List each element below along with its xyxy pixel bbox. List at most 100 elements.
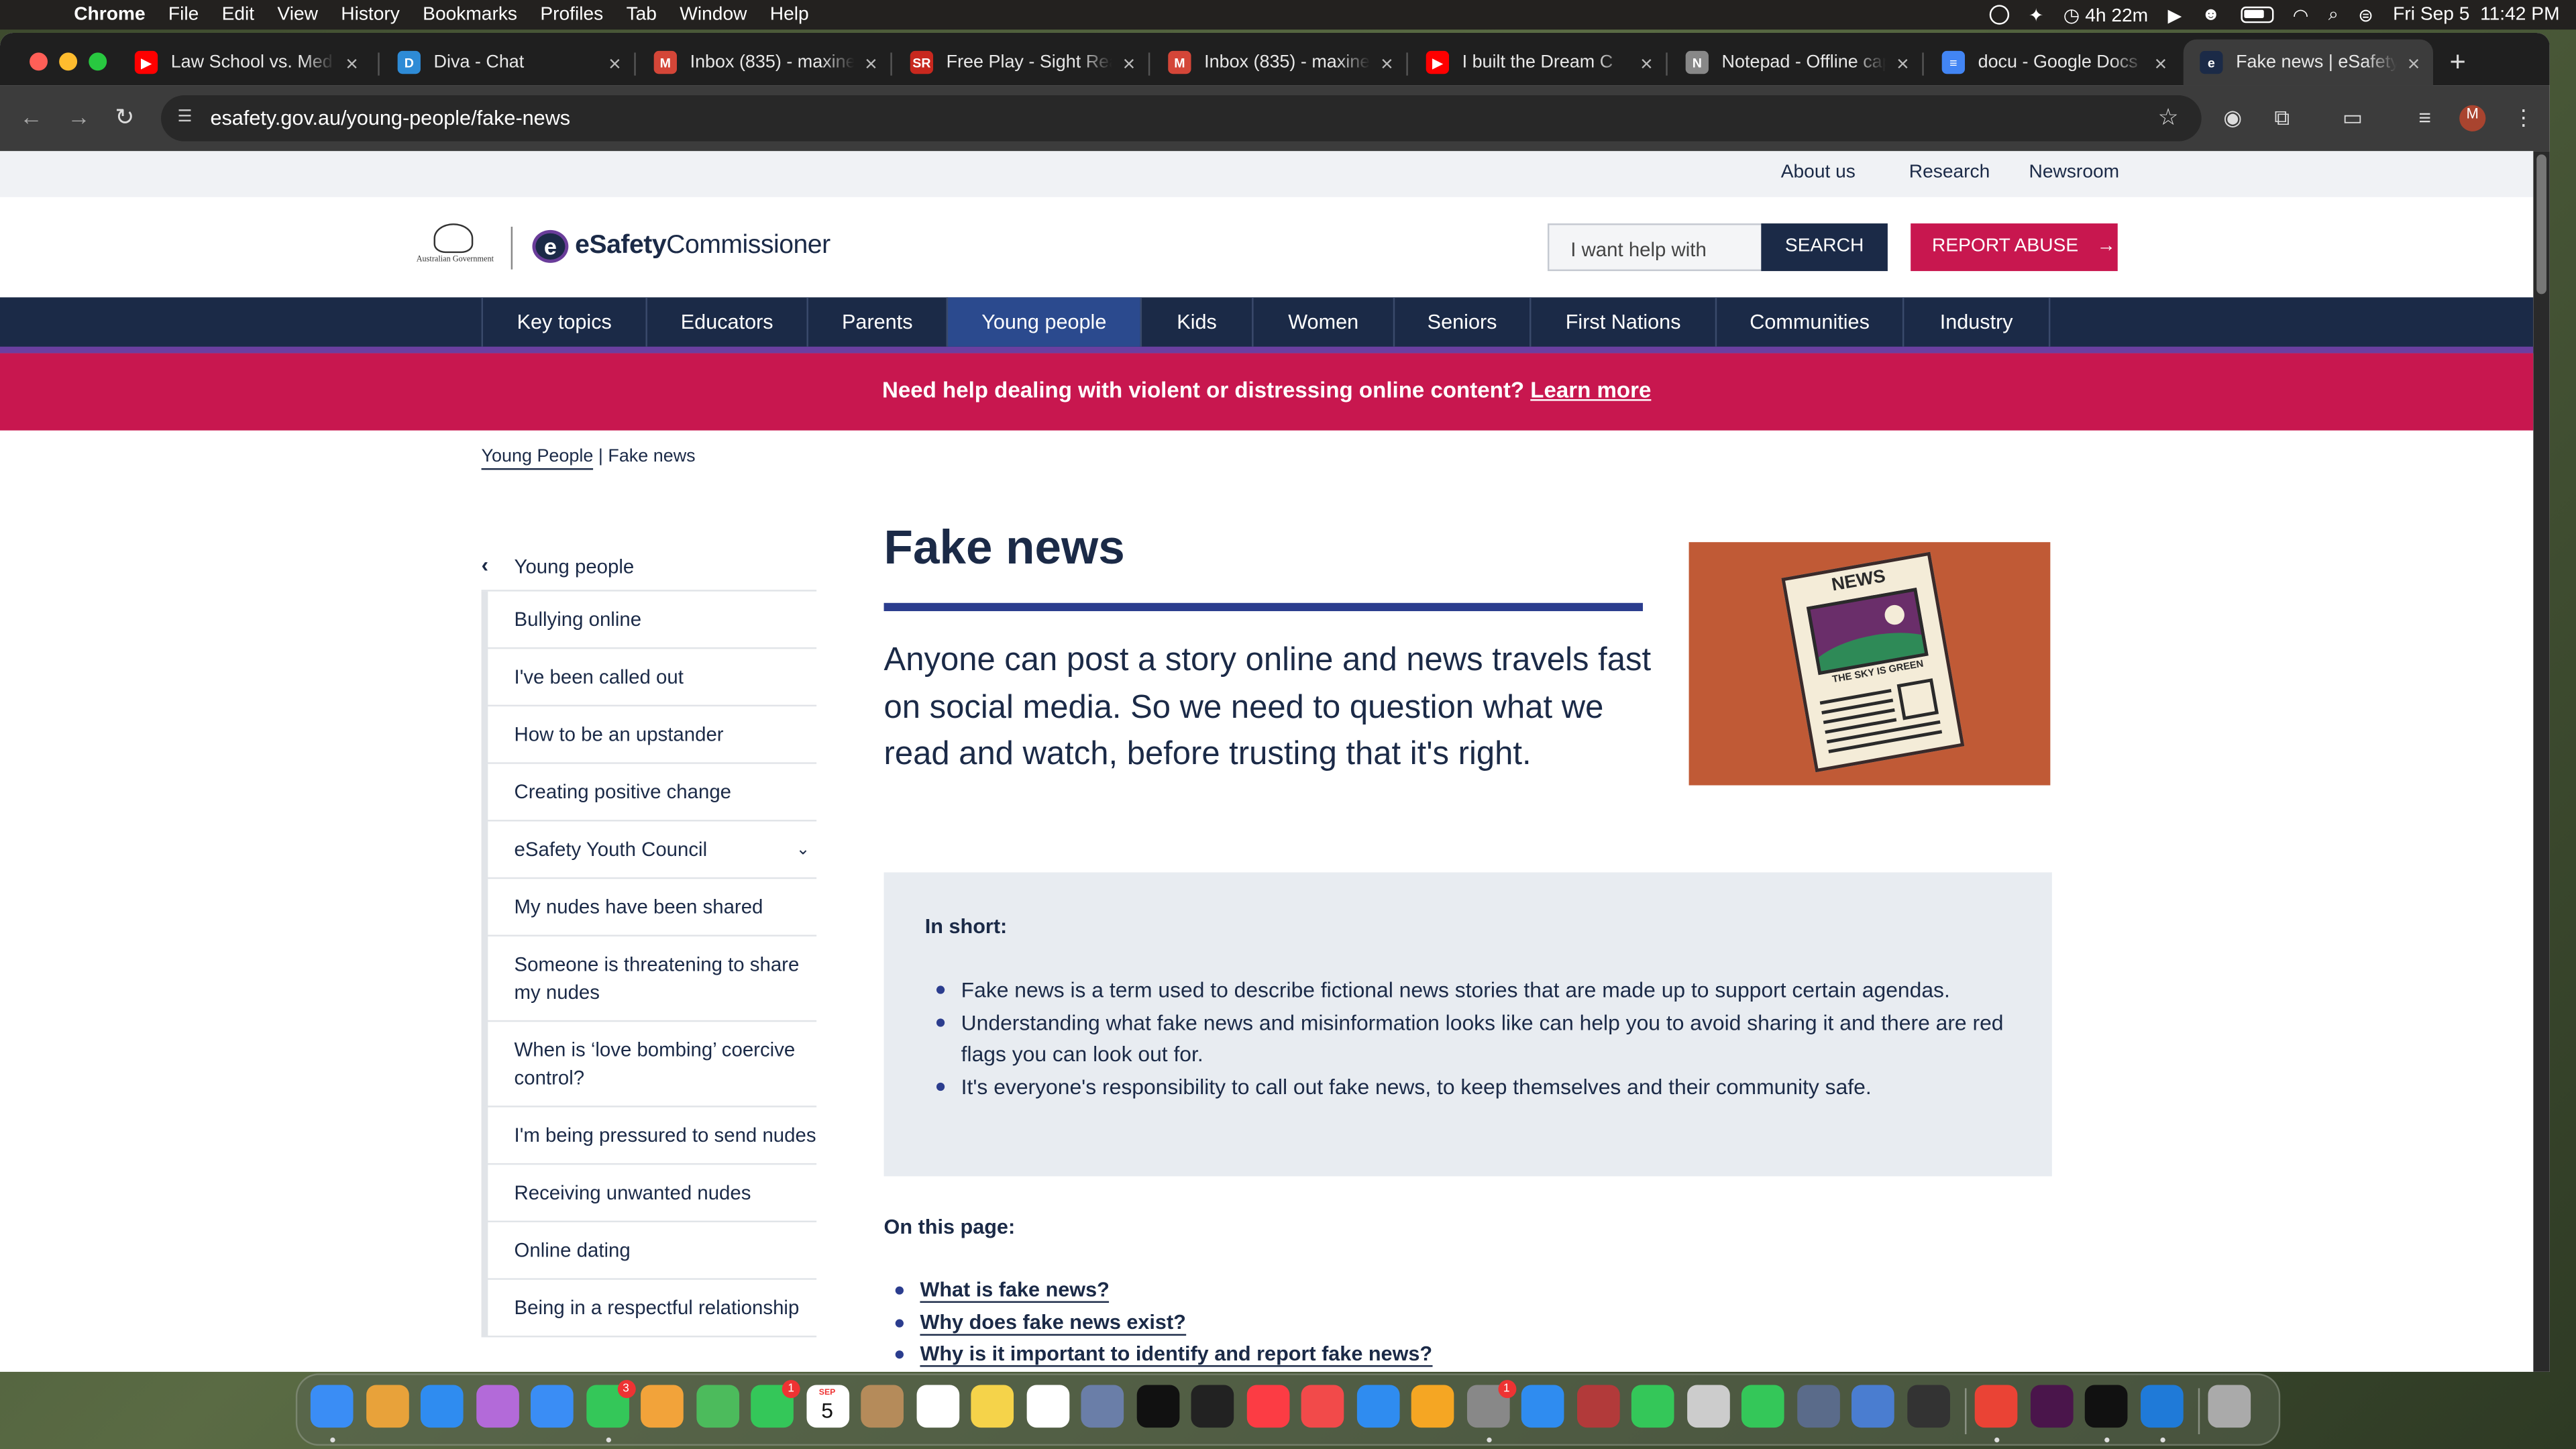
toc-item[interactable]: Why is it important to identify and repo… <box>895 1342 1433 1372</box>
tab[interactable]: D Diva - Chat × <box>381 40 634 86</box>
reminders-icon[interactable] <box>916 1385 959 1428</box>
pin-icon[interactable]: ✦ <box>2029 4 2044 25</box>
scrollbar-thumb[interactable] <box>2536 154 2546 294</box>
finder-icon[interactable] <box>310 1385 354 1428</box>
extension-icon[interactable]: ◉ <box>2220 105 2246 131</box>
network-icon[interactable] <box>1851 1385 1894 1428</box>
australian-government-crest[interactable]: Australian Government <box>414 223 496 270</box>
maps-icon[interactable] <box>696 1385 739 1428</box>
photos-icon[interactable] <box>641 1385 684 1428</box>
tab[interactable]: SR Free Play - Sight Rea × <box>894 40 1148 86</box>
nav-item-first-nations[interactable]: First Nations <box>1529 297 1715 347</box>
toc-item[interactable]: What is fake news? <box>895 1278 1432 1310</box>
control-center-icon[interactable]: ⊜ <box>2358 4 2373 25</box>
appstore-icon[interactable] <box>1521 1385 1564 1428</box>
menu-help[interactable]: Help <box>770 5 809 24</box>
slack-icon[interactable] <box>2029 1385 2073 1428</box>
sidenav-item[interactable]: Creating positive change <box>481 764 817 822</box>
alert-learn-more-link[interactable]: Learn more <box>1530 378 1651 402</box>
sidenav-item[interactable]: My nudes have been shared <box>481 879 817 936</box>
nav-item-key-topics[interactable]: Key topics <box>481 297 646 347</box>
tab-close-icon[interactable]: × <box>1123 50 1136 75</box>
pencil-icon[interactable] <box>1686 1385 1729 1428</box>
notes-icon[interactable] <box>971 1385 1014 1428</box>
clock-icon[interactable] <box>1907 1385 1949 1428</box>
new-tab-button[interactable]: + <box>2449 46 2465 79</box>
nav-item-communities[interactable]: Communities <box>1715 297 1902 347</box>
sidenav-back-link[interactable]: ‹ Young people <box>481 539 817 592</box>
numbers-icon[interactable] <box>1631 1385 1674 1428</box>
chevron-down-icon[interactable]: ⌄ <box>796 837 810 865</box>
menu-window[interactable]: Window <box>680 5 747 24</box>
tab[interactable]: M Inbox (835) - maxine × <box>1152 40 1407 86</box>
trash-icon[interactable] <box>2208 1385 2251 1428</box>
bookmark-star-icon[interactable]: ☆ <box>2158 103 2179 131</box>
mail-icon[interactable] <box>531 1385 574 1428</box>
sidenav-item[interactable]: Online dating <box>481 1222 817 1280</box>
menu-bookmarks[interactable]: Bookmarks <box>423 5 517 24</box>
menu-file[interactable]: File <box>168 5 199 24</box>
site-settings-icon[interactable]: ☰ <box>177 109 197 128</box>
terminal-icon[interactable] <box>2084 1385 2128 1428</box>
sidenav-item[interactable]: Bullying online <box>481 592 817 649</box>
sidenav-item[interactable]: Receiving unwanted nudes <box>481 1165 817 1223</box>
grammarly-icon[interactable] <box>1989 5 2009 25</box>
tab-close-icon[interactable]: × <box>2408 50 2420 75</box>
page-scrollbar[interactable] <box>2533 151 2550 1372</box>
contacts-icon[interactable] <box>861 1385 904 1428</box>
pages-icon[interactable] <box>1411 1385 1454 1428</box>
media-icon[interactable]: ≡ <box>2412 105 2438 131</box>
pycharm-icon[interactable] <box>1136 1385 1179 1428</box>
tab-close-icon[interactable]: × <box>865 50 877 75</box>
appletv-icon[interactable] <box>1191 1385 1234 1428</box>
wifi-icon[interactable]: ◠ <box>2293 4 2309 25</box>
nav-item-seniors[interactable]: Seniors <box>1393 297 1529 347</box>
dictionary-icon[interactable] <box>1576 1385 1619 1428</box>
menu-tab[interactable]: Tab <box>627 5 657 24</box>
tab-close-icon[interactable]: × <box>1381 50 1393 75</box>
search-input[interactable]: I want help with <box>1547 223 1763 272</box>
menu-kebab-icon[interactable]: ⋮ <box>2510 105 2536 131</box>
vscode-icon[interactable] <box>2139 1385 2183 1428</box>
tab-close-icon[interactable]: × <box>1640 50 1653 75</box>
toc-item[interactable]: Why does fake news exist? <box>895 1310 1432 1343</box>
tab-active[interactable]: e Fake news | eSafety C × <box>2183 39 2433 86</box>
face-icon[interactable]: ☻ <box>2202 5 2220 24</box>
utility-link-research[interactable]: Research <box>1909 162 1990 182</box>
close-window-button[interactable] <box>30 52 48 71</box>
keynote-icon[interactable] <box>1356 1385 1399 1428</box>
chrome-icon[interactable] <box>1974 1385 2018 1428</box>
nav-item-kids[interactable]: Kids <box>1140 297 1252 347</box>
scanner-icon[interactable] <box>1796 1385 1839 1428</box>
utility-link-newsroom[interactable]: Newsroom <box>2029 162 2120 182</box>
report-abuse-button[interactable]: REPORT ABUSE → <box>1911 223 2118 272</box>
sidepanel-icon[interactable]: ▭ <box>2339 105 2365 131</box>
spotlight-icon[interactable]: ⌕ <box>2328 4 2339 25</box>
menu-edit[interactable]: Edit <box>222 5 255 24</box>
tab-close-icon[interactable]: × <box>2155 50 2167 75</box>
nav-item-industry[interactable]: Industry <box>1902 297 2051 347</box>
tab[interactable]: M Inbox (835) - maxine × <box>637 40 890 86</box>
tab[interactable]: N Notepad - Offline cap × <box>1669 40 1922 86</box>
launchpad-icon[interactable] <box>475 1385 519 1428</box>
sidenav-item[interactable]: When is ‘love bombing’ coercive control? <box>481 1022 817 1108</box>
music-icon[interactable] <box>1246 1385 1289 1428</box>
menu-app-name[interactable]: Chrome <box>74 5 145 24</box>
nav-item-educators[interactable]: Educators <box>645 297 806 347</box>
timer-status[interactable]: ◷ 4h 22m <box>2063 3 2148 26</box>
menu-view[interactable]: View <box>277 5 318 24</box>
sidenav-item[interactable]: Someone is threatening to share my nudes <box>481 936 817 1022</box>
safari-icon[interactable] <box>420 1385 464 1428</box>
sidenav-item[interactable]: Being in a respectful relationship <box>481 1280 817 1338</box>
nav-item-parents[interactable]: Parents <box>806 297 946 347</box>
zoom-window-button[interactable] <box>89 52 107 71</box>
sidenav-item[interactable]: I'm being pressured to send nudes <box>481 1108 817 1165</box>
toc-link[interactable]: Why is it important to identify and repo… <box>920 1342 1433 1368</box>
toc-link[interactable]: Why does fake news exist? <box>920 1310 1186 1336</box>
minimize-window-button[interactable] <box>59 52 78 71</box>
freeform-icon[interactable] <box>1026 1385 1069 1428</box>
sidenav-item[interactable]: How to be an upstander <box>481 706 817 764</box>
tab[interactable]: ▶ Law School vs. Med S × <box>118 40 371 86</box>
address-bar[interactable]: ☰ esafety.gov.au/young-people/fake-news … <box>161 95 2202 142</box>
tab[interactable]: ▶ I built the Dream C × <box>1409 40 1666 86</box>
